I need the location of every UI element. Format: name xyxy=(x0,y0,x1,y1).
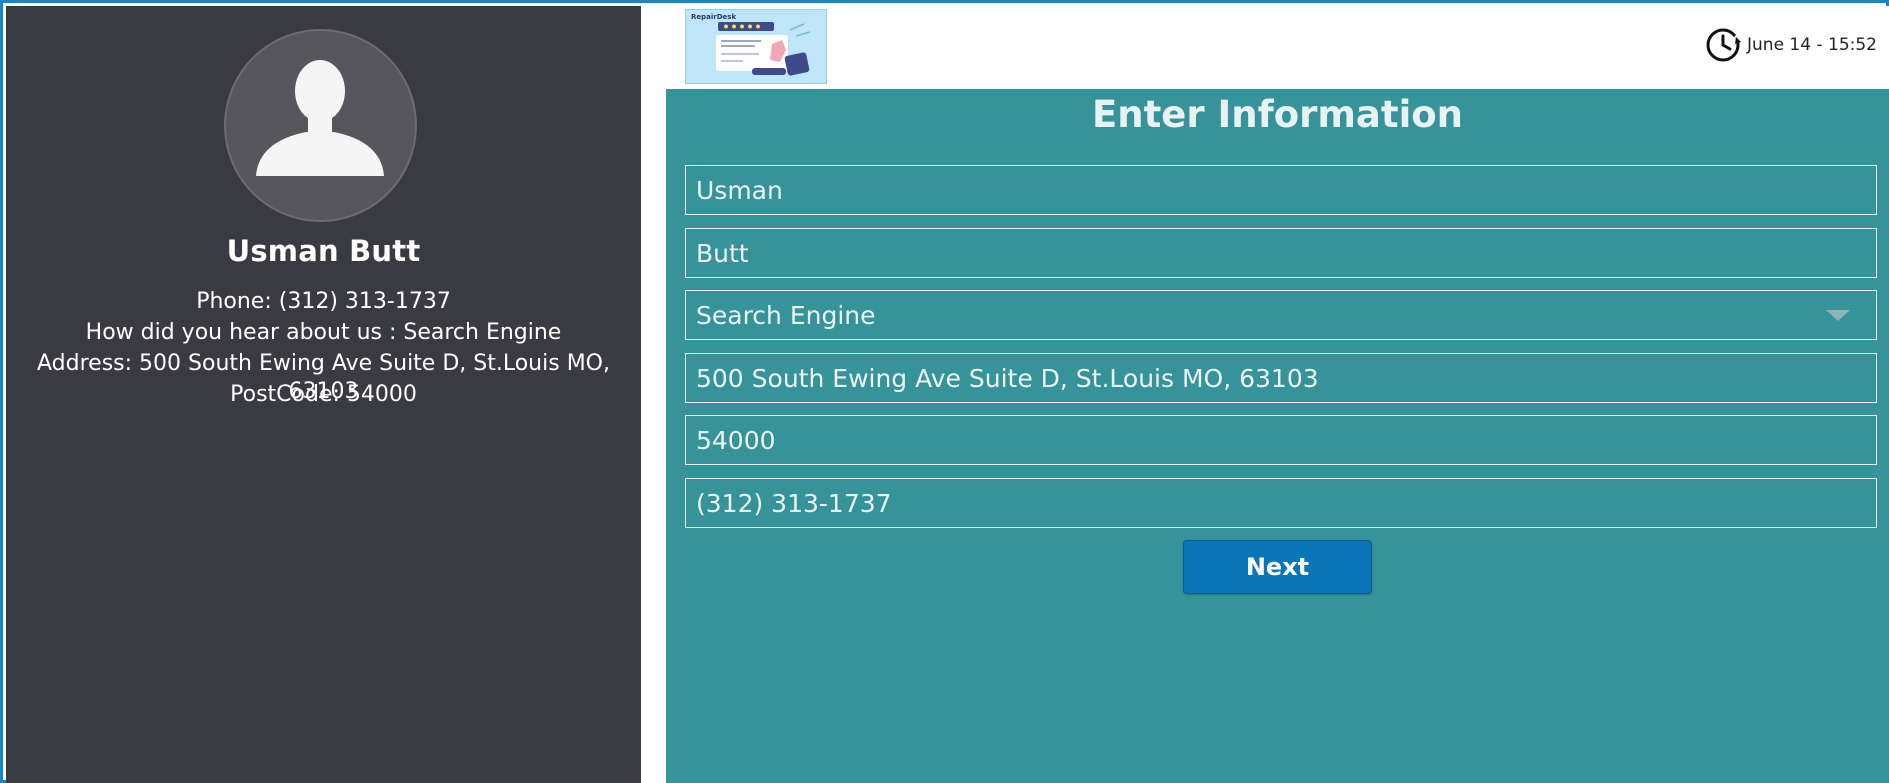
datetime-display: June 14 - 15:52 xyxy=(1705,25,1877,65)
address-value: 500 South Ewing Ave Suite D, St.Louis MO… xyxy=(696,363,1319,393)
avatar xyxy=(224,29,417,222)
customer-phone: Phone: (312) 313-1737 xyxy=(196,289,451,314)
customer-postcode: PostCode: 54000 xyxy=(230,382,417,407)
postcode-value: 54000 xyxy=(696,425,776,455)
last-name-field[interactable]: Butt xyxy=(685,228,1877,278)
panel-divider xyxy=(641,6,666,783)
address-field[interactable]: 500 South Ewing Ave Suite D, St.Louis MO… xyxy=(685,353,1877,403)
user-silhouette-icon xyxy=(256,60,384,176)
phone-field[interactable]: (312) 313-1737 xyxy=(685,478,1877,528)
last-name-value: Butt xyxy=(696,238,749,268)
first-name-field[interactable]: Usman xyxy=(685,165,1877,215)
customer-name: Usman Butt xyxy=(226,234,421,268)
referral-source-value: Search Engine xyxy=(696,300,876,330)
phone-value: (312) 313-1737 xyxy=(696,488,892,518)
brand-logo: RepairDesk xyxy=(685,9,827,84)
clock-history-icon xyxy=(1706,28,1743,62)
top-bar: RepairDesk June 14 - 15:52 xyxy=(666,6,1889,89)
form-title: Enter Information xyxy=(1091,93,1464,136)
referral-source-select[interactable]: Search Engine xyxy=(685,290,1877,340)
datetime-text: June 14 - 15:52 xyxy=(1747,35,1877,55)
chevron-down-icon[interactable] xyxy=(1826,310,1850,321)
customer-referral: How did you hear about us : Search Engin… xyxy=(85,320,562,345)
first-name-value: Usman xyxy=(696,175,783,205)
customer-profile-panel: Usman Butt Phone: (312) 313-1737 How did… xyxy=(6,6,641,783)
review-illustration-icon xyxy=(716,22,811,76)
app-frame: Usman Butt Phone: (312) 313-1737 How did… xyxy=(0,0,1889,783)
next-button[interactable]: Next xyxy=(1183,540,1372,594)
postcode-field[interactable]: 54000 xyxy=(685,415,1877,465)
enter-information-form: Enter Information Usman Butt Search Engi… xyxy=(666,89,1889,783)
